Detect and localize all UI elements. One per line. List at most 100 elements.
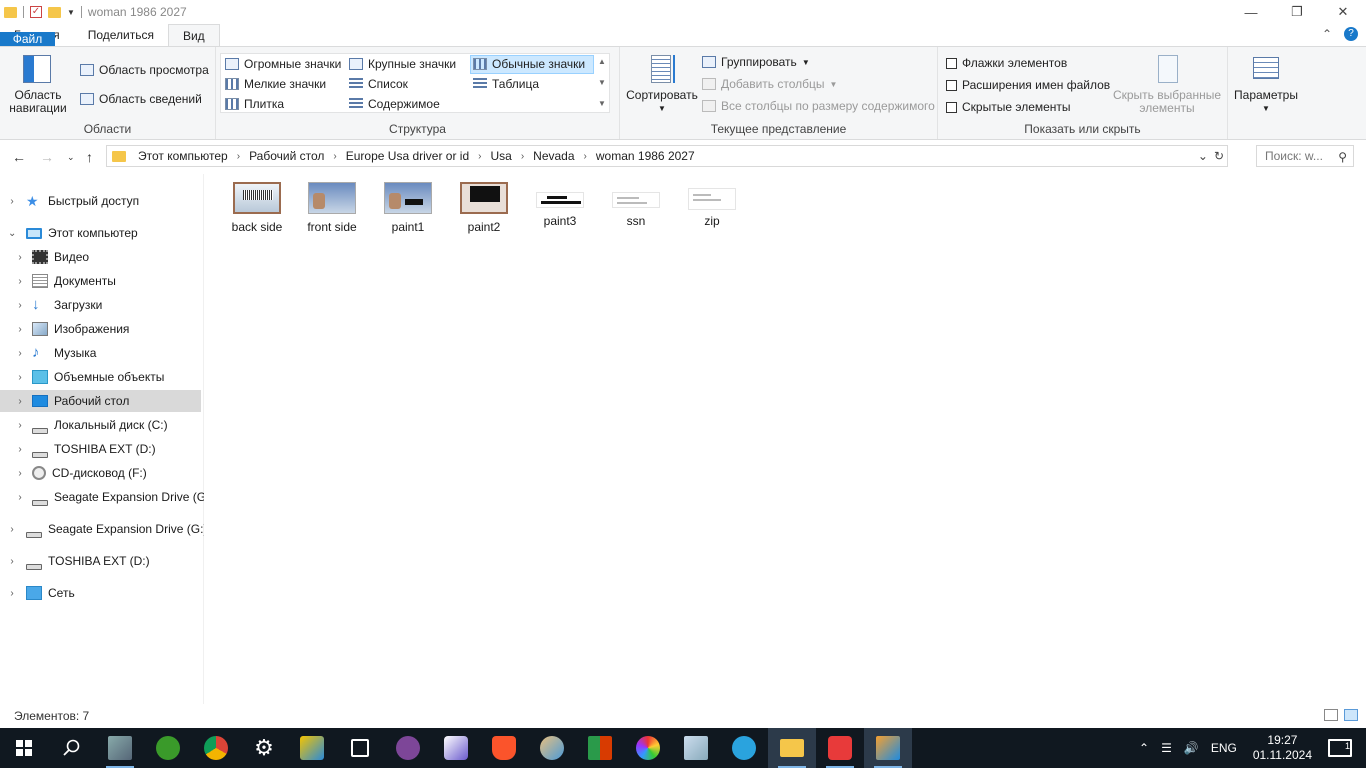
search-icon[interactable] [48,728,96,768]
chevron-right-icon[interactable]: › [16,396,24,407]
file-item[interactable]: paint2 [447,182,521,234]
chevron-right-icon[interactable]: › [8,588,16,599]
preview-pane-button[interactable]: Область просмотра [80,63,209,77]
tor-app-icon[interactable] [384,728,432,768]
paint-app-icon[interactable] [528,728,576,768]
details-pane-button[interactable]: Область сведений [80,92,202,106]
hidden-items-toggle[interactable]: Скрытые элементы [946,100,1071,114]
layout-medium-icons[interactable]: Обычные значки [473,57,585,71]
photos-app-icon[interactable] [96,728,144,768]
gimp-icon[interactable] [816,728,864,768]
properties-icon[interactable]: ✓ [30,6,42,18]
address-bar[interactable]: Этот компьютер › Рабочий стол › Europe U… [106,145,1228,167]
back-arrow-icon[interactable]: ← [12,149,26,165]
breadcrumb-usa[interactable]: Usa [490,149,511,163]
scroll-down-icon[interactable]: ▼ [598,78,606,87]
new-folder-icon[interactable] [48,6,61,18]
fit-columns-button[interactable]: Все столбцы по размеру содержимого [702,99,935,113]
file-explorer-icon[interactable] [768,728,816,768]
sidebar-item-seagate-g-root[interactable]: › Seagate Expansion Drive (G:) [0,518,207,540]
forward-arrow-icon[interactable]: → [40,149,54,165]
sort-button[interactable]: Сортировать ▼ [624,55,700,115]
q-app-icon[interactable] [432,728,480,768]
maximize-icon[interactable]: ❐ [1274,0,1320,24]
hide-selected-button[interactable]: Скрыть выбранные элементы [1112,55,1222,115]
large-icons-view-icon[interactable] [1344,709,1358,721]
add-columns-button[interactable]: Добавить столбцы ▼ [702,77,837,91]
file-item[interactable]: paint3 [523,182,597,228]
layout-content[interactable]: Содержимое [349,97,440,111]
breadcrumb-separator-icon[interactable]: › [521,151,524,162]
breadcrumb-separator-icon[interactable]: › [478,151,481,162]
tab-share[interactable]: Поделиться [74,24,168,46]
chevron-right-icon[interactable]: › [16,372,24,383]
tab-view[interactable]: Вид [167,24,220,46]
wifi-icon[interactable]: ☰ [1155,741,1178,755]
checkbox[interactable] [946,57,957,69]
color-app-icon[interactable] [624,728,672,768]
up-arrow-icon[interactable]: ↑ [86,149,93,165]
search-input[interactable]: Поиск: w... ⚲ [1256,145,1354,167]
sidebar-item-documents[interactable]: › Документы [0,270,201,292]
sidebar-item-desktop[interactable]: › Рабочий стол [0,390,201,412]
chevron-right-icon[interactable]: › [16,492,24,503]
breadcrumb-desktop[interactable]: Рабочий стол [249,149,324,163]
scroll-up-icon[interactable]: ▲ [598,57,606,66]
breadcrumb-separator-icon[interactable]: › [333,151,336,162]
clock[interactable]: 19:27 01.11.2024 [1243,733,1322,763]
chevron-right-icon[interactable]: › [8,524,16,535]
layout-list[interactable]: Список [349,77,408,91]
sidebar-item-seagate-g[interactable]: › Seagate Expansion Drive (G:) [0,486,213,508]
options-button[interactable]: Параметры ▼ [1232,55,1300,115]
notes-app-icon[interactable] [672,728,720,768]
breadcrumb-separator-icon[interactable]: › [584,151,587,162]
layout-small-icons[interactable]: Мелкие значки [225,77,326,91]
help-icon[interactable]: ? [1344,27,1358,41]
keys-app-icon[interactable] [288,728,336,768]
file-extensions-toggle[interactable]: Расширения имен файлов [946,78,1110,92]
sidebar-item-downloads[interactable]: › ↓ Загрузки [0,294,201,316]
breadcrumb-nevada[interactable]: Nevada [533,149,574,163]
layout-details[interactable]: Таблица [473,77,539,91]
collapse-ribbon-icon[interactable]: ⌃ [1322,27,1332,41]
volume-icon[interactable]: 🔊 [1178,741,1205,755]
refresh-icon[interactable]: ↻ [1214,149,1224,163]
expand-gallery-icon[interactable]: ▼ [598,99,606,108]
snip-app-icon[interactable] [336,728,384,768]
sidebar-item-videos[interactable]: › Видео [0,246,201,268]
file-item[interactable]: zip [675,182,749,228]
sidebar-item-quick-access[interactable]: › ★ Быстрый доступ [0,190,201,212]
notifications-icon[interactable]: 1 [1328,739,1352,757]
group-by-button[interactable]: Группировать ▼ [702,55,810,69]
checkbox[interactable] [946,101,957,113]
telegram-icon[interactable] [720,728,768,768]
breadcrumb-europe-usa[interactable]: Europe Usa driver or id [346,149,469,163]
checkbox[interactable] [946,79,957,91]
sidebar-item-3d-objects[interactable]: › Объемные объекты [0,366,201,388]
item-checkboxes-toggle[interactable]: Флажки элементов [946,56,1067,70]
breadcrumb-separator-icon[interactable]: › [237,151,240,162]
sidebar-item-music[interactable]: › ♪ Музыка [0,342,201,364]
chevron-right-icon[interactable]: › [8,196,16,207]
file-item[interactable]: paint1 [371,182,445,234]
tab-file[interactable]: Файл [0,32,55,46]
chevron-right-icon[interactable]: › [16,444,24,455]
file-item[interactable]: ssn [599,182,673,228]
chevron-right-icon[interactable]: › [16,252,24,263]
search-icon[interactable]: ⚲ [1338,150,1347,164]
chevron-right-icon[interactable]: › [16,324,24,335]
layout-tiles[interactable]: Плитка [225,97,284,111]
chevron-right-icon[interactable]: › [8,556,16,567]
language-indicator[interactable]: ENG [1205,741,1243,755]
sidebar-item-toshiba-d[interactable]: › TOSHIBA EXT (D:) [0,438,201,460]
start-icon[interactable] [0,728,48,768]
brave-icon[interactable] [480,728,528,768]
navigation-pane-button[interactable]: Область навигации [6,55,70,115]
chevron-right-icon[interactable]: › [16,468,24,479]
sidebar-item-local-disk-c[interactable]: › Локальный диск (C:) [0,414,201,436]
media-player-icon[interactable] [864,728,912,768]
chevron-right-icon[interactable]: › [16,300,24,311]
address-dropdown-icon[interactable]: ⌄ [1198,149,1208,163]
sidebar-item-toshiba-d-root[interactable]: › TOSHIBA EXT (D:) [0,550,201,572]
file-item[interactable]: front side [295,182,369,234]
